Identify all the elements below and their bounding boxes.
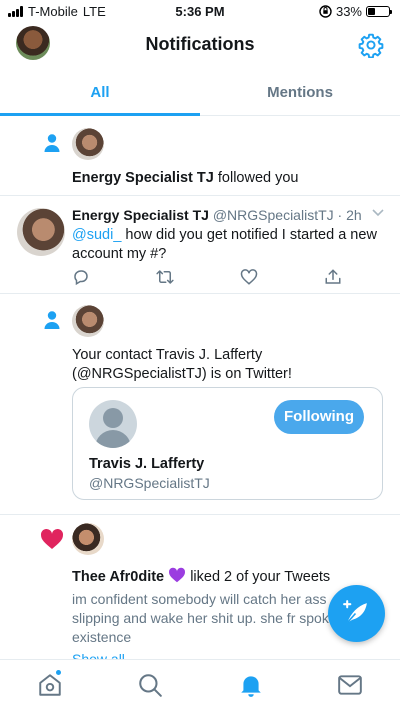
tweet-snippet: im confident somebody will catch her ass… bbox=[72, 591, 364, 645]
orientation-lock-icon bbox=[319, 5, 332, 18]
chevron-down-icon[interactable] bbox=[372, 208, 384, 220]
tweet-body: @sudi_ how did you get notified I starte… bbox=[72, 226, 384, 264]
tweet-author-handle: @NRGSpecialistTJ bbox=[212, 207, 334, 223]
tweet-header: Energy Specialist TJ @NRGSpecialistTJ · … bbox=[72, 207, 362, 223]
show-all-link[interactable]: Show all bbox=[72, 651, 125, 659]
following-button[interactable]: Following bbox=[274, 400, 364, 434]
avatar[interactable] bbox=[72, 523, 104, 555]
page-title: Notifications bbox=[145, 34, 255, 54]
tab-mentions[interactable]: Mentions bbox=[200, 68, 400, 115]
notification-feed[interactable]: Energy Specialist TJ followed you Energy… bbox=[0, 116, 400, 659]
gear-icon[interactable] bbox=[358, 32, 384, 58]
new-tweets-dot bbox=[56, 670, 61, 675]
share-icon[interactable] bbox=[324, 268, 342, 286]
tweet-notification[interactable]: Energy Specialist TJ @NRGSpecialistTJ · … bbox=[0, 196, 400, 294]
purple-heart-icon bbox=[169, 567, 186, 583]
user-name[interactable]: Energy Specialist TJ bbox=[72, 170, 214, 186]
follow-text: Energy Specialist TJ followed you bbox=[72, 170, 298, 186]
status-right: 33% bbox=[319, 4, 392, 19]
likes-action: liked 2 of your Tweets bbox=[190, 569, 331, 585]
compose-tweet-button[interactable] bbox=[328, 585, 385, 642]
user-card[interactable]: Following Travis J. Lafferty @NRGSpecial… bbox=[72, 387, 383, 500]
card-user-name: Travis J. Lafferty bbox=[89, 456, 205, 472]
person-icon bbox=[44, 134, 60, 152]
bottom-navigation bbox=[0, 659, 400, 711]
heart-icon[interactable] bbox=[240, 268, 258, 286]
heart-filled-icon bbox=[40, 528, 64, 549]
compose-feather-icon bbox=[343, 600, 367, 624]
follow-notification[interactable]: Energy Specialist TJ followed you bbox=[0, 116, 400, 196]
avatar[interactable] bbox=[72, 305, 104, 337]
tweet-actions bbox=[72, 268, 342, 286]
app-header: Notifications bbox=[0, 24, 400, 68]
bell-icon[interactable] bbox=[238, 672, 264, 698]
default-avatar bbox=[89, 400, 137, 448]
tab-all[interactable]: All bbox=[0, 68, 200, 116]
avatar[interactable] bbox=[72, 128, 104, 160]
contact-notification[interactable]: Your contact Travis J. Lafferty (@NRGSpe… bbox=[0, 294, 400, 515]
battery-percent: 33% bbox=[335, 4, 362, 19]
home-icon[interactable] bbox=[37, 672, 63, 698]
tweet-time: · 2h bbox=[337, 207, 362, 223]
avatar[interactable] bbox=[17, 208, 65, 256]
person-icon bbox=[44, 311, 60, 329]
retweet-icon[interactable] bbox=[156, 268, 174, 286]
status-bar: T-Mobile LTE 5:36 PM 33% bbox=[0, 0, 400, 24]
user-name[interactable]: Thee Afr0dite bbox=[72, 569, 164, 585]
tweet-mention[interactable]: @sudi_ bbox=[72, 227, 121, 243]
battery-icon bbox=[366, 6, 392, 17]
notification-tabs: All Mentions bbox=[0, 68, 400, 116]
likes-text: Thee Afr0dite liked 2 of your Tweets bbox=[72, 567, 330, 585]
tweet-author-name[interactable]: Energy Specialist TJ bbox=[72, 207, 209, 223]
card-user-handle: @NRGSpecialistTJ bbox=[89, 475, 210, 491]
follow-action: followed you bbox=[217, 170, 299, 186]
reply-icon[interactable] bbox=[72, 268, 90, 286]
mail-icon[interactable] bbox=[337, 672, 363, 698]
search-icon[interactable] bbox=[137, 672, 163, 698]
contact-text: Your contact Travis J. Lafferty (@NRGSpe… bbox=[72, 347, 292, 382]
